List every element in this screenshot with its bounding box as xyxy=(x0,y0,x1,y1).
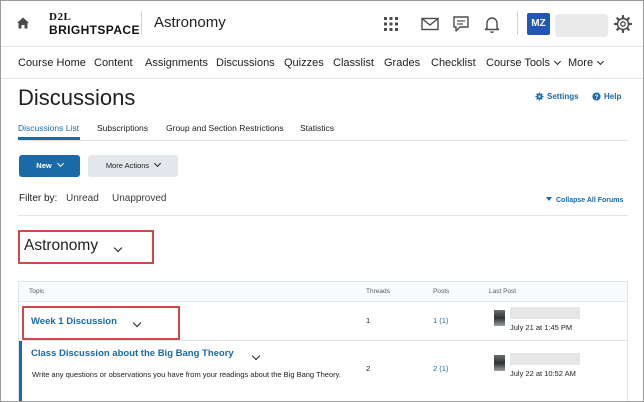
nav-assignments[interactable]: Assignments xyxy=(145,57,208,69)
filter-unapproved[interactable]: Unapproved xyxy=(112,193,166,204)
nav-course-tools-label: Course Tools xyxy=(486,57,550,69)
help-icon: ? xyxy=(592,92,601,101)
tab-subscriptions[interactable]: Subscriptions xyxy=(97,123,148,133)
threads-count: 1 xyxy=(366,316,371,325)
topics-table: Topic Threads Posts Last Post Week 1 Dis… xyxy=(18,281,628,401)
new-button[interactable]: New xyxy=(19,155,80,177)
column-header-topic: Topic xyxy=(29,288,45,295)
more-actions-label: More Actions xyxy=(105,161,150,170)
nav-content[interactable]: Content xyxy=(94,57,133,69)
collapse-all-label: Collapse All Forums xyxy=(556,197,624,204)
topic-link[interactable]: Class Discussion about the Big Bang Theo… xyxy=(31,348,234,359)
table-header: Topic Threads Posts Last Post xyxy=(19,281,627,302)
last-post-author-placeholder[interactable] xyxy=(510,353,580,365)
chat-bubble-icon[interactable] xyxy=(450,13,472,35)
collapse-all-forums-link[interactable]: Collapse All Forums xyxy=(546,197,623,204)
topic-description: Write any questions or observations you … xyxy=(32,370,341,379)
course-navbar: Course Home Content Assignments Discussi… xyxy=(1,46,643,79)
tab-bar: Discussions List Subscriptions Group and… xyxy=(18,113,628,141)
last-post-avatar xyxy=(494,355,505,371)
user-avatar[interactable]: MZ xyxy=(527,13,550,35)
chevron-down-icon[interactable] xyxy=(251,351,261,361)
nav-checklist[interactable]: Checklist xyxy=(431,57,476,69)
chevron-down-icon xyxy=(597,57,605,66)
more-actions-button[interactable]: More Actions xyxy=(88,155,178,177)
posts-unread: (1) xyxy=(439,364,449,373)
filter-unread[interactable]: Unread xyxy=(66,193,99,204)
notification-bell-icon[interactable] xyxy=(481,13,503,35)
course-title[interactable]: Astronomy xyxy=(154,14,226,31)
page-title: Discussions xyxy=(18,85,136,110)
posts-total: 1 xyxy=(433,316,438,325)
gear-icon xyxy=(535,92,544,101)
chevron-down-icon xyxy=(154,159,162,168)
gear-icon[interactable] xyxy=(612,13,634,35)
mail-icon[interactable] xyxy=(419,13,441,35)
help-label: Help xyxy=(604,92,622,101)
forum-header-highlight: Astronomy xyxy=(18,230,154,264)
nav-course-home[interactable]: Course Home xyxy=(18,57,86,69)
tab-discussions-list[interactable]: Discussions List xyxy=(18,123,79,133)
last-post-date[interactable]: July 21 at 1:45 PM xyxy=(510,323,572,332)
nav-course-tools[interactable]: Course Tools xyxy=(486,57,562,69)
nav-more-label: More xyxy=(568,57,594,69)
chevron-down-icon[interactable] xyxy=(113,243,123,253)
tab-statistics[interactable]: Statistics xyxy=(300,123,334,133)
brightspace-logo[interactable]: D2L BRIGHTSPACE xyxy=(49,11,139,37)
column-header-last-post: Last Post xyxy=(489,288,517,295)
table-row: Class Discussion about the Big Bang Theo… xyxy=(19,341,627,401)
chevron-down-icon[interactable] xyxy=(132,318,142,328)
svg-text:?: ? xyxy=(595,94,599,101)
nav-grades[interactable]: Grades xyxy=(384,57,420,69)
chevron-down-icon xyxy=(553,57,562,66)
last-post-avatar xyxy=(494,310,505,326)
divider xyxy=(141,11,142,35)
nav-classlist[interactable]: Classlist xyxy=(333,57,374,69)
course-selector-grid-icon[interactable] xyxy=(380,13,402,35)
posts-count[interactable]: 1 (1) xyxy=(433,316,448,325)
settings-link[interactable]: Settings xyxy=(535,92,579,101)
help-link[interactable]: ? Help xyxy=(592,92,621,101)
nav-more[interactable]: More xyxy=(568,57,605,69)
nav-discussions[interactable]: Discussions xyxy=(216,57,275,69)
user-name-placeholder[interactable] xyxy=(555,14,608,37)
tab-group-section-restrictions[interactable]: Group and Section Restrictions xyxy=(166,123,284,133)
logo-brightspace-text: BRIGHTSPACE xyxy=(49,23,140,37)
caret-down-icon xyxy=(546,197,552,201)
last-post-date[interactable]: July 22 at 10:52 AM xyxy=(510,369,576,378)
last-post-author-placeholder[interactable] xyxy=(510,307,580,319)
app-frame: D2L BRIGHTSPACE Astronomy MZ Course Home… xyxy=(0,0,644,402)
posts-total: 2 xyxy=(433,364,438,373)
chevron-down-icon xyxy=(56,159,64,168)
topic-link[interactable]: Week 1 Discussion xyxy=(31,316,117,327)
column-header-threads: Threads xyxy=(366,288,390,295)
top-bar: D2L BRIGHTSPACE Astronomy MZ xyxy=(1,1,643,45)
divider xyxy=(517,11,518,35)
active-tab-indicator xyxy=(18,137,80,140)
nav-quizzes[interactable]: Quizzes xyxy=(284,57,324,69)
home-icon[interactable] xyxy=(15,15,31,31)
threads-count: 2 xyxy=(366,364,371,373)
logo-d2l-text: D2L xyxy=(49,11,72,23)
filter-label: Filter by: xyxy=(19,193,58,204)
forum-title[interactable]: Astronomy xyxy=(24,237,98,255)
column-header-posts: Posts xyxy=(433,288,450,295)
divider xyxy=(18,215,628,216)
table-row: Week 1 Discussion 1 1 (1) July 21 at 1:4… xyxy=(19,302,627,341)
posts-count[interactable]: 2 (1) xyxy=(433,364,448,373)
settings-label: Settings xyxy=(547,92,579,101)
posts-unread: (1) xyxy=(439,316,449,325)
topic-highlight: Week 1 Discussion xyxy=(22,306,180,340)
new-button-label: New xyxy=(36,161,52,170)
